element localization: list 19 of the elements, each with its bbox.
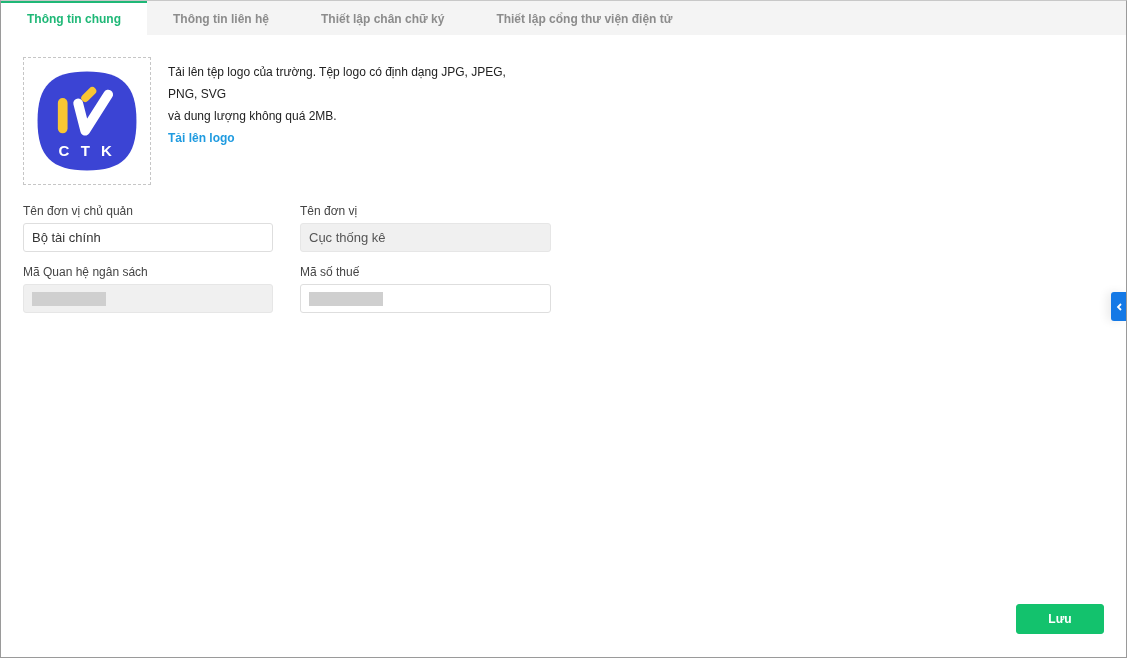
tab[interactable]: Thông tin chung <box>1 1 147 35</box>
input-field[interactable] <box>300 284 551 313</box>
description-text: Tải lên tệp logo của trường. Tệp logo có định dạng JPG, JPEG, <box>168 64 506 81</box>
tab[interactable]: Thiết lập chân chữ ký <box>295 1 471 35</box>
save-button[interactable]: Lưu <box>1016 604 1104 634</box>
tab[interactable]: Thiết lập cổng thư viện điện tử <box>470 1 699 35</box>
description-text: và dung lượng không quá 2MB. <box>168 108 338 125</box>
input-field: Cục thống kê <box>300 223 551 252</box>
field-label: Tên đơn vị <box>300 204 359 218</box>
logo-dropzone[interactable]: C T K <box>23 57 151 185</box>
field-label: Mã số thuế <box>300 265 361 279</box>
panel-toggle-button[interactable] <box>1111 292 1126 321</box>
tab[interactable]: Thông tin liên hệ <box>147 1 295 35</box>
field-label: Tên đơn vị chủ quản <box>23 204 134 218</box>
input-field[interactable]: Bộ tài chính <box>23 223 273 252</box>
chevron-left-icon <box>1115 302 1122 311</box>
description-text: PNG, SVG <box>168 86 227 103</box>
upload-logo-link[interactable]: Tải lên logo <box>168 127 506 149</box>
field-label: Mã Quan hệ ngân sách <box>23 265 149 279</box>
